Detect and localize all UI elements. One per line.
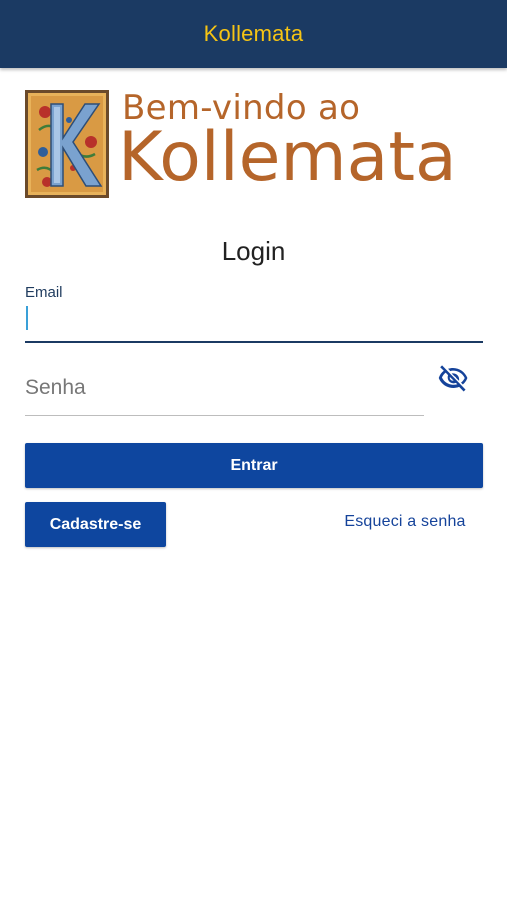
password-input[interactable] [25,356,424,416]
brand-name: Kollemata [118,118,457,197]
email-input[interactable] [25,303,483,343]
app-bar: Kollemata [0,0,507,68]
text-cursor [26,306,28,330]
login-title: Login [221,236,286,266]
logo-banner: K Bem-vindo ao Kollemata [25,88,485,202]
forgot-password-link[interactable]: Esqueci a senha [320,513,490,531]
login-button[interactable]: Entrar [25,443,483,488]
app-title: Kollemata [203,21,304,46]
signup-button[interactable]: Cadastre-se [25,502,166,547]
illuminated-letter-k-logo: K [25,90,109,198]
email-label: Email [25,284,63,301]
eye-off-icon[interactable] [437,362,469,394]
